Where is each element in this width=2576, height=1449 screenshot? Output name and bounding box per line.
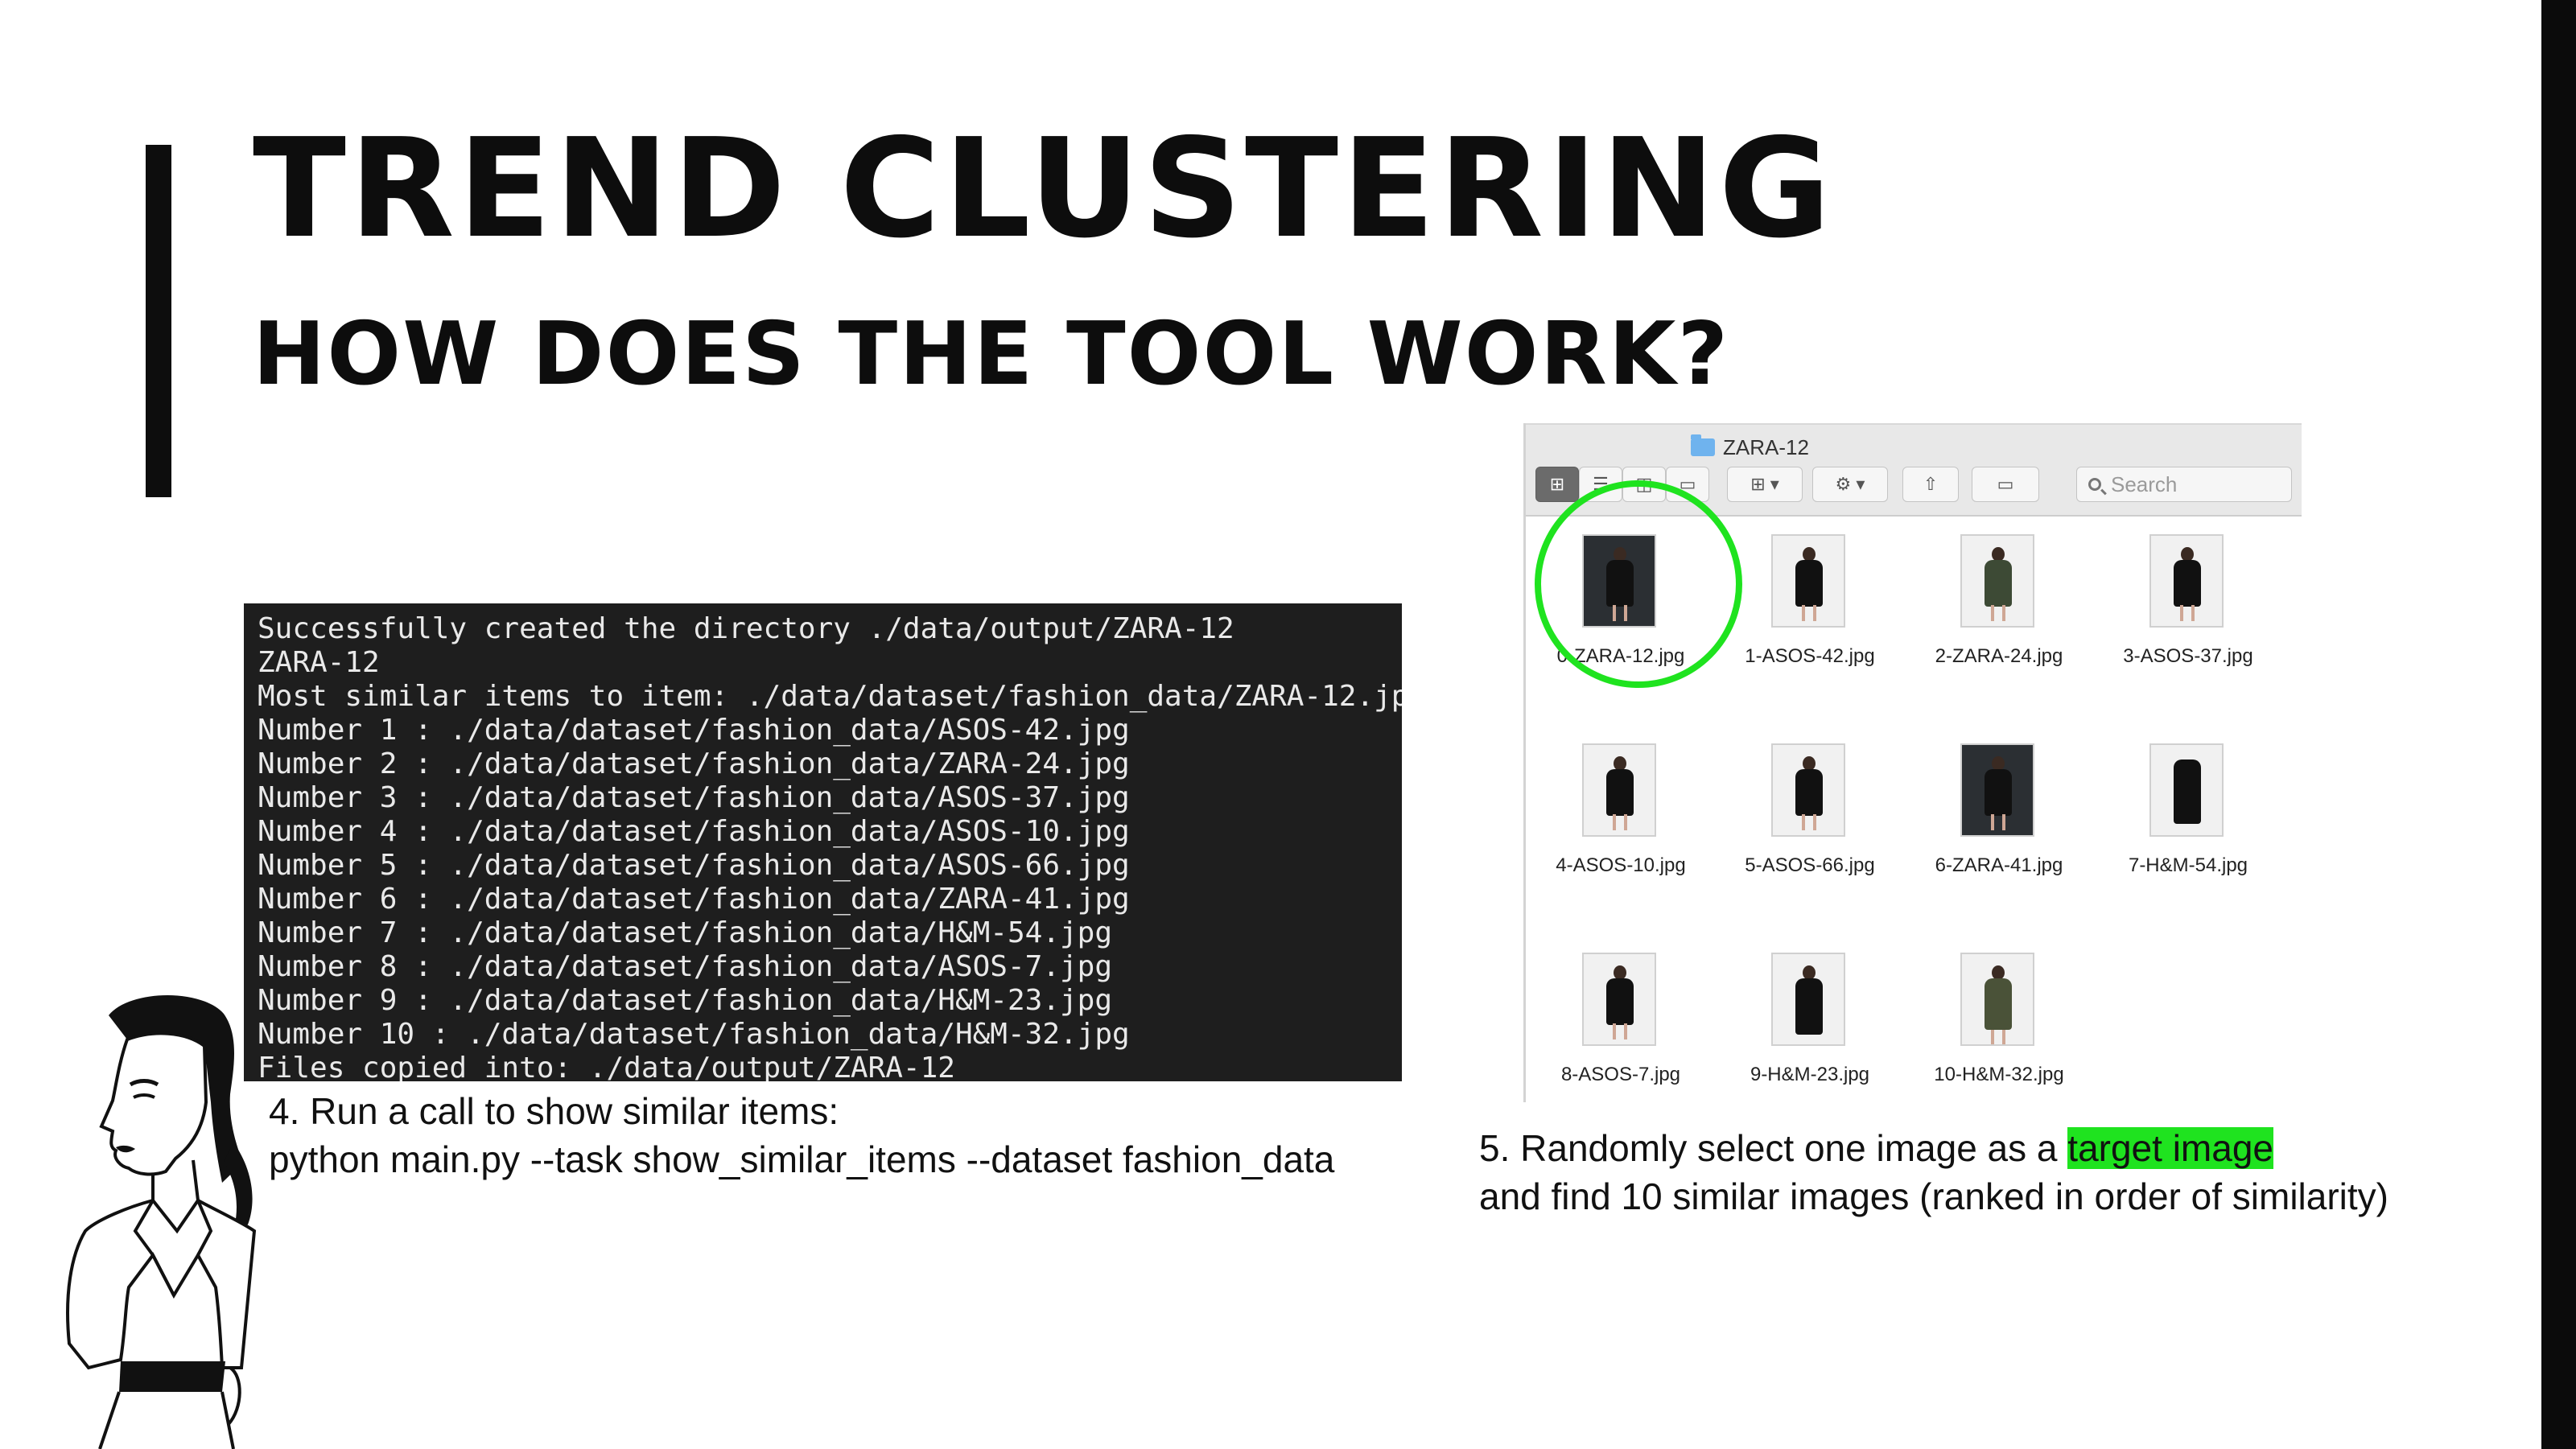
- terminal-line: Number 7 : ./data/dataset/fashion_data/H…: [258, 916, 1113, 949]
- file-name: 7-H&M-54.jpg: [2128, 854, 2248, 876]
- step5-caption: 5. Randomly select one image as a target…: [1479, 1125, 2388, 1221]
- terminal-line: Number 5 : ./data/dataset/fashion_data/A…: [258, 849, 1130, 882]
- image-thumbnail-icon: [1582, 953, 1656, 1046]
- image-thumbnail-icon: [1960, 743, 2034, 837]
- slide-subtitle: HOW DOES THE TOOL WORK?: [253, 304, 1730, 405]
- image-thumbnail-icon: [1771, 534, 1845, 628]
- folder-icon: [1691, 434, 1715, 456]
- terminal-line: Number 10 : ./data/dataset/fashion_data/…: [258, 1018, 1130, 1051]
- image-thumbnail-icon: [2149, 743, 2224, 837]
- image-thumbnail-icon: [1960, 534, 2034, 628]
- file-name: 9-H&M-23.jpg: [1750, 1064, 1870, 1085]
- action-gear-button[interactable]: ⚙ ▾: [1812, 467, 1888, 502]
- target-image-circle: [1535, 480, 1742, 688]
- slide-edge-bar: [2541, 0, 2576, 1449]
- finder-title: ZARA-12: [1691, 433, 1809, 462]
- tags-button[interactable]: ▭: [1972, 467, 2039, 502]
- group-menu-button[interactable]: ⊞ ▾: [1727, 467, 1803, 502]
- file-item[interactable]: 1-ASOS-42.jpg: [1715, 534, 1905, 687]
- terminal-line: Successfully created the directory ./dat…: [258, 612, 1234, 645]
- file-item[interactable]: 7-H&M-54.jpg: [2093, 743, 2283, 896]
- step4-command: python main.py --task show_similar_items…: [269, 1138, 1335, 1180]
- file-name: 6-ZARA-41.jpg: [1935, 854, 2063, 876]
- step5-line1: 5. Randomly select one image as a target…: [1479, 1125, 2388, 1173]
- file-name: 10-H&M-32.jpg: [1934, 1064, 2064, 1085]
- slide-title: TREND CLUSTERING: [253, 109, 1835, 269]
- search-icon: [2088, 478, 2101, 491]
- terminal-line: Number 9 : ./data/dataset/fashion_data/H…: [258, 984, 1113, 1017]
- file-item[interactable]: 6-ZARA-41.jpg: [1904, 743, 2094, 896]
- file-name: 4-ASOS-10.jpg: [1556, 854, 1686, 876]
- title-accent-bar: [146, 145, 171, 497]
- image-thumbnail-icon: [1582, 743, 1656, 837]
- file-item[interactable]: 4-ASOS-10.jpg: [1526, 743, 1716, 896]
- target-image-highlight: target image: [2067, 1127, 2273, 1169]
- image-thumbnail-icon: [2149, 534, 2224, 628]
- file-item[interactable]: 2-ZARA-24.jpg: [1904, 534, 2094, 687]
- file-item[interactable]: 5-ASOS-66.jpg: [1715, 743, 1905, 896]
- terminal-line: Number 1 : ./data/dataset/fashion_data/A…: [258, 714, 1130, 747]
- file-item[interactable]: 8-ASOS-7.jpg: [1526, 953, 1716, 1105]
- step4-line1: 4. Run a call to show similar items:: [269, 1090, 839, 1132]
- terminal-line: ZARA-12: [258, 646, 380, 679]
- terminal-line: Number 3 : ./data/dataset/fashion_data/A…: [258, 781, 1130, 814]
- woman-illustration: [66, 994, 257, 1449]
- terminal-line: Number 4 : ./data/dataset/fashion_data/A…: [258, 815, 1130, 848]
- file-name: 2-ZARA-24.jpg: [1935, 645, 2063, 667]
- file-item[interactable]: 3-ASOS-37.jpg: [2093, 534, 2283, 687]
- terminal-line: Most similar items to item: ./data/datas…: [258, 680, 1402, 713]
- file-name: 5-ASOS-66.jpg: [1745, 854, 1875, 876]
- file-item[interactable]: 9-H&M-23.jpg: [1715, 953, 1905, 1105]
- step5-line1-prefix: 5. Randomly select one image as a: [1479, 1127, 2068, 1169]
- terminal-line: Number 6 : ./data/dataset/fashion_data/Z…: [258, 883, 1130, 916]
- terminal-output: Successfully created the directory ./dat…: [244, 603, 1402, 1081]
- terminal-line: Files copied into: ./data/output/ZARA-12: [258, 1052, 955, 1081]
- file-name: 8-ASOS-7.jpg: [1560, 1064, 1681, 1085]
- search-placeholder: Search: [2111, 471, 2178, 496]
- image-thumbnail-icon: [1960, 953, 2034, 1046]
- file-name: 1-ASOS-42.jpg: [1745, 645, 1875, 667]
- finder-title-text: ZARA-12: [1723, 434, 1809, 459]
- terminal-line: Number 8 : ./data/dataset/fashion_data/A…: [258, 950, 1113, 983]
- image-thumbnail-icon: [1771, 743, 1845, 837]
- file-item[interactable]: 10-H&M-32.jpg: [1904, 953, 2094, 1105]
- image-thumbnail-icon: [1771, 953, 1845, 1046]
- share-button[interactable]: ⇧: [1902, 467, 1959, 502]
- file-name: 3-ASOS-37.jpg: [2123, 645, 2253, 667]
- terminal-line: Number 2 : ./data/dataset/fashion_data/Z…: [258, 747, 1130, 780]
- step5-line2: and find 10 similar images (ranked in or…: [1479, 1175, 2388, 1217]
- icon-view-button[interactable]: ⊞: [1535, 467, 1579, 502]
- step4-caption: 4. Run a call to show similar items: pyt…: [269, 1088, 1334, 1184]
- search-input[interactable]: Search: [2076, 467, 2292, 502]
